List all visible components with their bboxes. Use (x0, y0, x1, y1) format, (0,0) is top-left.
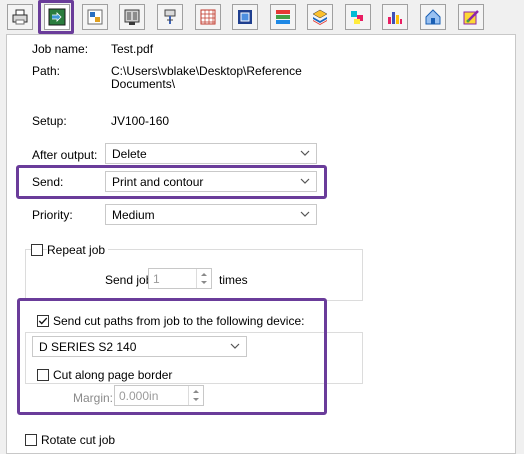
chevron-down-icon (300, 150, 310, 156)
color-bars-icon (276, 10, 290, 24)
rotate-cut-job-label: Rotate cut job (41, 433, 116, 447)
layers-stack-icon (312, 9, 328, 25)
tiling-grid-icon (200, 9, 216, 25)
path-label: Path: (32, 64, 61, 78)
tab-layout[interactable] (119, 4, 145, 30)
cut-settings-highlight (17, 298, 327, 415)
bar-chart-icon (388, 12, 402, 24)
tab-tiling-grid[interactable] (195, 4, 221, 30)
job-properties-panel: Job name: Test.pdf Path: C:\Users\vblake… (6, 34, 516, 454)
chevron-down-icon (300, 211, 310, 217)
job-name-label: Job name: (32, 42, 89, 56)
printer-settings-icon (12, 9, 28, 25)
tab-cut-marks[interactable] (157, 4, 183, 30)
send-highlight (16, 165, 327, 199)
color-profile-icon (87, 9, 103, 25)
cut-marks-icon (164, 9, 176, 24)
spot-color-icon (425, 9, 441, 25)
times-label: times (219, 273, 248, 287)
priority-label: Priority: (32, 208, 73, 222)
active-tab-highlight (38, 0, 74, 34)
repeat-job-label: Repeat job (47, 243, 109, 257)
priority-value: Medium (112, 208, 155, 222)
tab-spot-color[interactable] (420, 4, 446, 30)
layout-icon (124, 9, 140, 25)
repeat-count-stepper[interactable]: 1 (148, 268, 212, 289)
after-output-select[interactable]: Delete (105, 143, 317, 164)
tab-layers-stack[interactable] (307, 4, 333, 30)
repeat-job-checkbox[interactable] (31, 244, 43, 256)
up-down-arrows-icon (201, 273, 207, 284)
path-value-line2: Documents\ (111, 77, 176, 91)
ink-channels-icon (351, 11, 363, 24)
setup-value: JV100-160 (111, 114, 170, 128)
tab-color-profile[interactable] (82, 4, 108, 30)
tab-printer-settings[interactable] (7, 4, 33, 30)
send-job-label: Send job (105, 273, 153, 287)
stepper-arrows[interactable] (196, 269, 211, 288)
priority-select[interactable]: Medium (105, 204, 317, 225)
tab-toolbar (0, 0, 524, 36)
after-output-value: Delete (112, 147, 147, 161)
job-name-value: Test.pdf (111, 42, 154, 56)
after-output-label: After output: (32, 148, 98, 162)
setup-label: Setup: (32, 114, 67, 128)
rotate-cut-job-checkbox[interactable] (25, 434, 37, 446)
tab-color-bars[interactable] (270, 4, 296, 30)
tab-nesting[interactable] (232, 4, 258, 30)
nesting-icon (238, 10, 252, 24)
tab-bar-chart[interactable] (382, 4, 408, 30)
color-editor-icon (463, 10, 479, 25)
repeat-count-value: 1 (153, 272, 160, 286)
tab-color-editor[interactable] (458, 4, 484, 30)
path-value-line1: C:\Users\vblake\Desktop\Reference (111, 64, 302, 78)
tab-ink-channels[interactable] (345, 4, 371, 30)
